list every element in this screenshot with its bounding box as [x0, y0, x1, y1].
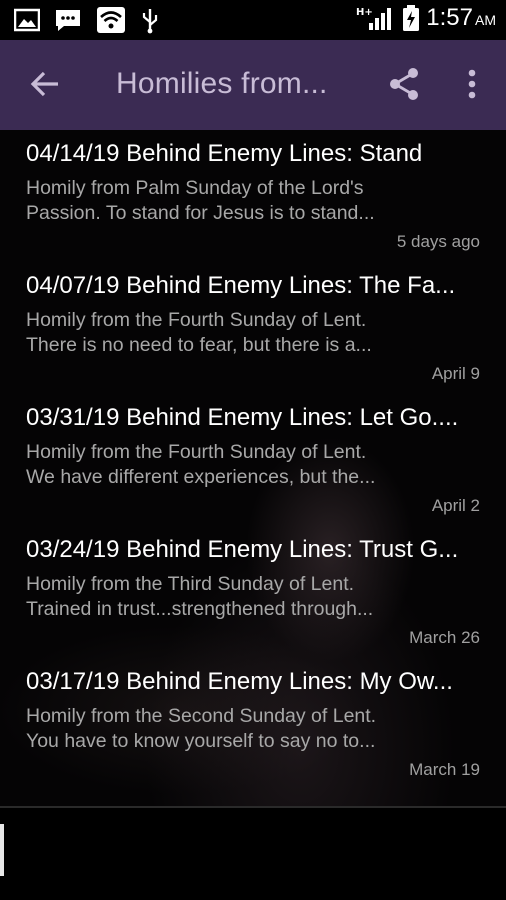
item-description: Homily from the Third Sunday of Lent. Tr…: [26, 572, 446, 622]
item-title: 04/07/19 Behind Enemy Lines: The Fa...: [26, 272, 456, 299]
list-item[interactable]: 04/07/19 Behind Enemy Lines: The Fa... H…: [0, 262, 506, 394]
list-item[interactable]: 03/24/19 Behind Enemy Lines: Trust G... …: [0, 526, 506, 658]
app-bar: Homilies from...: [0, 40, 506, 130]
usb-icon: [140, 6, 160, 34]
item-description-line: Homily from Palm Sunday of the Lord's: [26, 177, 364, 199]
item-title: 03/17/19 Behind Enemy Lines: My Ow...: [26, 668, 453, 695]
status-bar: H+ 1:57 AM: [0, 0, 506, 40]
item-title: 03/31/19 Behind Enemy Lines: Let Go....: [26, 404, 459, 431]
homily-list[interactable]: 04/14/19 Behind Enemy Lines: Stand Homil…: [0, 130, 506, 806]
network-type-label: H+: [356, 7, 373, 18]
message-icon: [54, 7, 82, 33]
item-description-line: Homily from the Fourth Sunday of Lent.: [26, 309, 367, 331]
item-description: Homily from the Second Sunday of Lent. Y…: [26, 704, 446, 754]
item-description-line: Trained in trust...strengthened through.…: [26, 598, 374, 620]
more-options-button[interactable]: [460, 66, 484, 102]
edge-handle[interactable]: [0, 824, 4, 876]
page-title: Homilies from...: [116, 67, 328, 100]
list-item[interactable]: 04/14/19 Behind Enemy Lines: Stand Homil…: [0, 130, 506, 262]
item-description-line: You have to know yourself to say no to..…: [26, 730, 376, 752]
item-description-line: Homily from the Third Sunday of Lent.: [26, 573, 355, 595]
item-description-line: There is no need to fear, but there is a…: [26, 334, 372, 356]
status-ampm: AM: [475, 12, 496, 28]
arrow-left-icon: [30, 71, 58, 97]
status-right-icons: H+ 1:57 AM: [356, 4, 496, 32]
more-vertical-icon: [468, 69, 476, 99]
list-item[interactable]: 03/17/19 Behind Enemy Lines: My Ow... Ho…: [0, 658, 506, 790]
item-description-line: We have different experiences, but the..…: [26, 466, 376, 488]
item-date: March 19: [409, 760, 480, 779]
wifi-icon: [96, 6, 126, 34]
status-left-icons: [14, 6, 160, 34]
bottom-area: [0, 808, 506, 900]
list-item[interactable]: 03/31/19 Behind Enemy Lines: Let Go.... …: [0, 394, 506, 526]
item-title: 03/24/19 Behind Enemy Lines: Trust G...: [26, 536, 459, 563]
item-date: April 9: [431, 364, 480, 383]
item-date: April 2: [431, 496, 480, 515]
share-button[interactable]: [386, 66, 422, 102]
item-title: 04/14/19 Behind Enemy Lines: Stand: [26, 140, 423, 167]
item-date: March 26: [409, 628, 480, 647]
share-icon: [390, 68, 418, 100]
signal-icon: H+: [356, 4, 396, 32]
gallery-icon: [14, 8, 40, 32]
item-date: 5 days ago: [396, 232, 480, 251]
back-button[interactable]: [28, 66, 64, 102]
item-description-line: Homily from the Fourth Sunday of Lent.: [26, 441, 367, 463]
item-description-line: Passion. To stand for Jesus is to stand.…: [26, 202, 375, 224]
item-description-line: Homily from the Second Sunday of Lent.: [26, 705, 377, 727]
status-time: 1:57 AM: [426, 4, 496, 31]
battery-charging-icon: [402, 4, 420, 32]
item-description: Homily from the Fourth Sunday of Lent. W…: [26, 440, 446, 490]
item-description: Homily from Palm Sunday of the Lord's Pa…: [26, 176, 446, 226]
item-description: Homily from the Fourth Sunday of Lent. T…: [26, 308, 446, 358]
